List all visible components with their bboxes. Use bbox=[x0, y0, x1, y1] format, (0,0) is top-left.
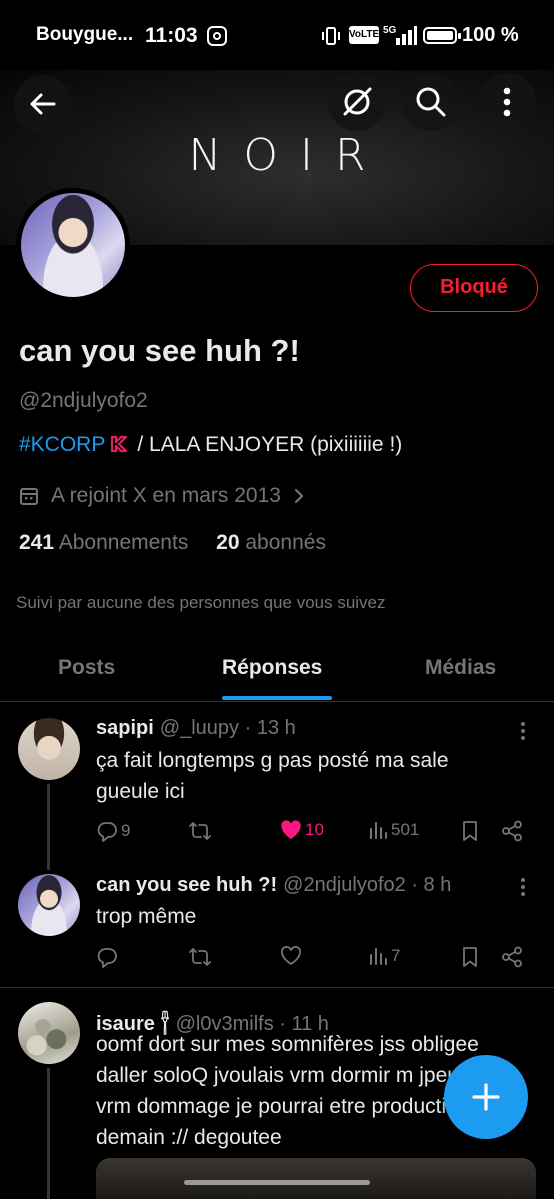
profile-bio: #KCORP / LALA ENJOYER (pixiiiiiie !) bbox=[19, 433, 402, 457]
tweet-actions: 7 bbox=[96, 946, 536, 972]
reply-icon bbox=[97, 822, 117, 842]
reply-count: 9 bbox=[121, 821, 131, 840]
more-button[interactable] bbox=[478, 73, 536, 131]
following-link[interactable]: 241 Abonnements bbox=[19, 531, 188, 554]
views-icon bbox=[370, 948, 387, 965]
heart-icon bbox=[281, 946, 301, 966]
grok-button[interactable] bbox=[328, 73, 386, 131]
network-type: 5G bbox=[383, 25, 397, 36]
tweet-text: ça fait longtemps g pas posté ma sale gu… bbox=[96, 749, 449, 803]
tweet-time: · 13 h bbox=[244, 717, 296, 739]
like-button[interactable]: 10 bbox=[280, 820, 324, 840]
display-name: can you see huh ?! bbox=[19, 333, 300, 368]
reply-button[interactable]: 9 bbox=[96, 820, 130, 842]
avatar[interactable] bbox=[18, 718, 80, 780]
tweet-author-handle[interactable]: @_luupy bbox=[160, 717, 239, 739]
battery-icon bbox=[423, 27, 461, 44]
instagram-notification-icon bbox=[207, 26, 227, 46]
like-count: 10 bbox=[305, 820, 324, 839]
tweet-header: can you see huh ?! @2ndjulyofo2 · 8 h bbox=[96, 874, 451, 897]
battery-percent: 100 % bbox=[462, 24, 519, 46]
followed-by-text: Suivi par aucune des personnes que vous … bbox=[16, 593, 386, 612]
tweet-divider bbox=[0, 987, 554, 988]
clock: 11:03 bbox=[145, 24, 198, 47]
chevron-right-icon bbox=[294, 488, 304, 504]
plus-icon bbox=[472, 1083, 500, 1111]
blocked-button[interactable]: Bloqué bbox=[410, 264, 538, 312]
followers-link[interactable]: 20 abonnés bbox=[216, 531, 326, 554]
grok-icon bbox=[343, 87, 372, 116]
tweet-media[interactable] bbox=[96, 1158, 536, 1199]
search-icon bbox=[416, 87, 446, 117]
avatar[interactable] bbox=[18, 874, 80, 936]
reply-icon bbox=[97, 948, 117, 968]
retweet-icon bbox=[189, 822, 211, 840]
kcorp-logo-icon bbox=[111, 435, 128, 453]
tab-replies[interactable]: Réponses bbox=[222, 656, 322, 680]
carrier-name: Bouygue... bbox=[36, 24, 134, 45]
tweet-author-name[interactable]: can you see huh ?! bbox=[96, 874, 277, 896]
tweet-more-icon[interactable] bbox=[513, 721, 533, 741]
share-button[interactable] bbox=[501, 946, 526, 968]
bookmark-icon bbox=[463, 947, 477, 967]
tweet-actions: 9 10 501 bbox=[96, 820, 536, 846]
profile-tabs: Posts Réponses Médias bbox=[0, 640, 554, 702]
share-icon bbox=[502, 946, 522, 968]
more-vertical-icon bbox=[503, 87, 511, 117]
retweet-button[interactable] bbox=[188, 820, 215, 842]
tab-media[interactable]: Médias bbox=[425, 656, 496, 680]
avatar-image bbox=[21, 193, 125, 297]
bookmark-button[interactable] bbox=[460, 946, 483, 968]
bookmark-button[interactable] bbox=[460, 820, 483, 842]
views-count: 501 bbox=[391, 820, 420, 839]
calendar-icon bbox=[20, 488, 38, 505]
followers-label: abonnés bbox=[245, 531, 326, 554]
tweet-text: trop même bbox=[96, 905, 197, 928]
profile-handle: @2ndjulyofo2 bbox=[19, 389, 148, 412]
views-icon bbox=[370, 822, 387, 839]
thread-line bbox=[47, 784, 50, 870]
share-button[interactable] bbox=[501, 820, 526, 842]
share-icon bbox=[502, 820, 522, 842]
bio-hashtag[interactable]: #KCORP bbox=[19, 433, 105, 456]
following-label: Abonnements bbox=[58, 531, 189, 554]
bio-text: / LALA ENJOYER (pixiiiiiie !) bbox=[137, 433, 403, 456]
back-arrow-icon bbox=[30, 93, 56, 115]
search-button[interactable] bbox=[402, 73, 460, 131]
signal-icon: 5G bbox=[383, 25, 417, 45]
retweet-button[interactable] bbox=[188, 946, 215, 968]
avatar[interactable] bbox=[18, 1002, 80, 1064]
status-bar: Bouygue... 11:03 VoLTE 5G 100 % bbox=[0, 0, 554, 70]
tab-posts[interactable]: Posts bbox=[58, 656, 115, 680]
tweet-more-icon[interactable] bbox=[513, 877, 533, 897]
vibrate-icon bbox=[322, 27, 340, 45]
back-button[interactable] bbox=[14, 75, 72, 133]
reply-button[interactable] bbox=[96, 946, 121, 968]
compose-button[interactable] bbox=[444, 1055, 528, 1139]
tweet-author-name[interactable]: sapipi bbox=[96, 717, 154, 739]
joined-date: A rejoint X en mars 2013 bbox=[51, 484, 281, 507]
bookmark-icon bbox=[463, 821, 477, 841]
tweet-author-handle[interactable]: @2ndjulyofo2 bbox=[283, 874, 406, 896]
home-indicator[interactable] bbox=[184, 1180, 370, 1185]
like-button[interactable] bbox=[280, 946, 305, 966]
followers-count: 20 bbox=[216, 531, 240, 554]
thread-line bbox=[47, 1068, 50, 1199]
tweet-time: · 8 h bbox=[411, 874, 452, 896]
profile-avatar[interactable] bbox=[16, 188, 130, 302]
retweet-icon bbox=[189, 948, 211, 966]
tweet-header: sapipi @_luupy · 13 h bbox=[96, 717, 296, 740]
heart-filled-icon bbox=[281, 820, 301, 839]
joined-date-row[interactable]: A rejoint X en mars 2013 bbox=[19, 484, 317, 508]
active-tab-indicator bbox=[222, 696, 332, 700]
views-count: 7 bbox=[391, 946, 401, 965]
views-button[interactable]: 501 bbox=[368, 820, 419, 840]
banner-text: NOIR bbox=[188, 130, 388, 181]
follow-counts: 241 Abonnements 20 abonnés bbox=[19, 531, 326, 555]
views-button[interactable]: 7 bbox=[368, 946, 400, 966]
volte-badge: VoLTE bbox=[349, 26, 379, 44]
following-count: 241 bbox=[19, 531, 55, 554]
